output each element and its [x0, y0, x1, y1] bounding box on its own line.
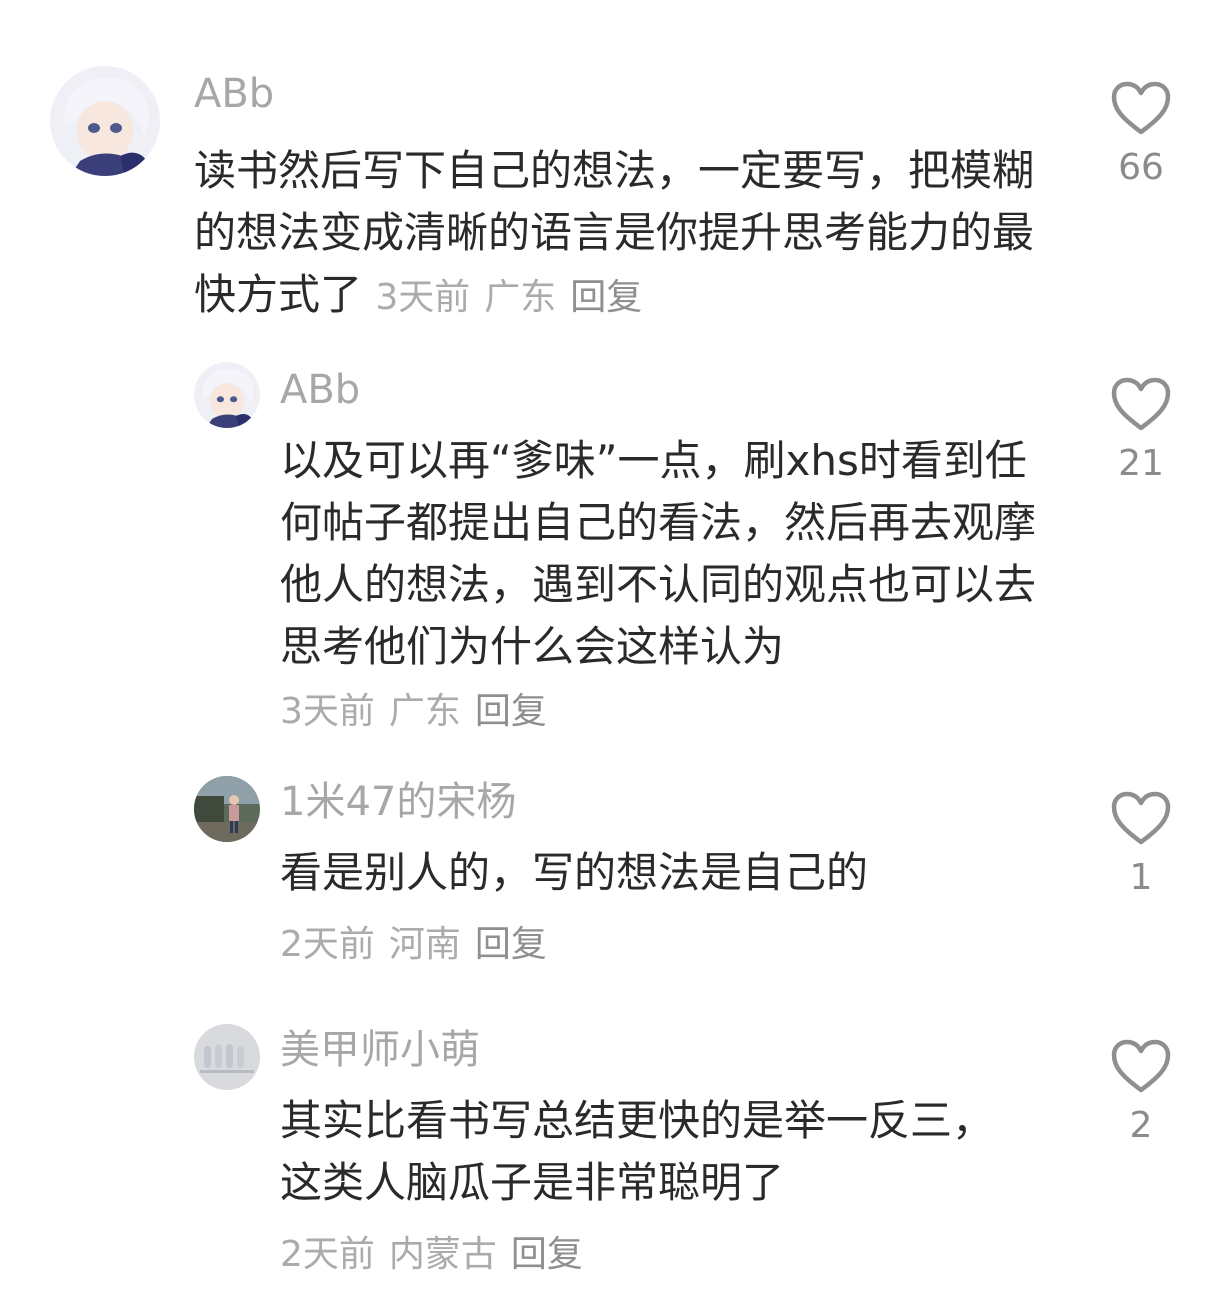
comment-location: 河南: [388, 924, 461, 965]
comment-location: 内蒙古: [388, 1234, 497, 1275]
nails-avatar-icon: [194, 1024, 260, 1090]
username[interactable]: ABb: [194, 70, 274, 118]
comment-time: 2天前: [280, 1234, 375, 1275]
comment-body: 其实比看书写总结更快的是举一反三，这类人脑瓜子是非常聪明了: [280, 1096, 995, 1207]
comment-text: 读书然后写下自己的想法，一定要写，把模糊的想法变成清晰的语言是你提升思考能力的最…: [194, 140, 1064, 329]
comment-location: 广东: [484, 277, 557, 318]
heart-icon: [1111, 791, 1171, 845]
comment-meta: 2天前 河南 回复: [280, 920, 561, 970]
avatar[interactable]: [50, 66, 160, 176]
person-outdoor-avatar-icon: [194, 776, 260, 842]
reply-button[interactable]: 回复: [511, 1234, 583, 1275]
comment-location: 广东: [388, 691, 461, 732]
reply-button[interactable]: 回复: [475, 924, 547, 965]
comment-meta: 3天前 广东 回复: [375, 277, 656, 318]
heart-icon: [1111, 81, 1171, 135]
like-count: 66: [1118, 147, 1164, 188]
like-button[interactable]: 66: [1096, 80, 1186, 190]
like-count: 21: [1118, 443, 1164, 484]
comment-text: 其实比看书写总结更快的是举一反三，这类人脑瓜子是非常聪明了: [280, 1090, 1000, 1214]
anime-boy-avatar-icon: [194, 362, 260, 428]
comment-meta: 3天前 广东 回复: [280, 691, 561, 732]
username[interactable]: ABb: [280, 366, 360, 414]
like-count: 1: [1129, 857, 1153, 898]
comment-body: 以及可以再“爹味”一点，刷xhs时看到任何帖子都提出自己的看法，然后再去观摩他人…: [280, 436, 1037, 671]
comment-meta: 2天前 内蒙古 回复: [280, 1230, 597, 1280]
like-count: 2: [1129, 1105, 1153, 1146]
avatar[interactable]: [194, 776, 260, 842]
reply-button[interactable]: 回复: [570, 277, 642, 318]
avatar[interactable]: [194, 362, 260, 428]
comment-time: 3天前: [375, 277, 471, 318]
comment-time: 3天前: [280, 691, 375, 732]
heart-icon: [1111, 377, 1171, 431]
like-button[interactable]: 21: [1096, 376, 1186, 486]
username[interactable]: 美甲师小萌: [280, 1026, 480, 1074]
like-button[interactable]: 1: [1096, 790, 1186, 900]
heart-icon: [1111, 1039, 1171, 1093]
anime-boy-avatar-icon: [50, 66, 160, 176]
comment-text: 以及可以再“爹味”一点，刷xhs时看到任何帖子都提出自己的看法，然后再去观摩他人…: [280, 430, 1040, 743]
like-button[interactable]: 2: [1096, 1038, 1186, 1148]
comment-text: 看是别人的，写的想法是自己的: [280, 842, 1040, 904]
avatar[interactable]: [194, 1024, 260, 1090]
comment-time: 2天前: [280, 924, 375, 965]
username[interactable]: 1米47的宋杨: [280, 778, 516, 826]
comment-body: 看是别人的，写的想法是自己的: [280, 848, 869, 897]
reply-button[interactable]: 回复: [475, 691, 547, 732]
